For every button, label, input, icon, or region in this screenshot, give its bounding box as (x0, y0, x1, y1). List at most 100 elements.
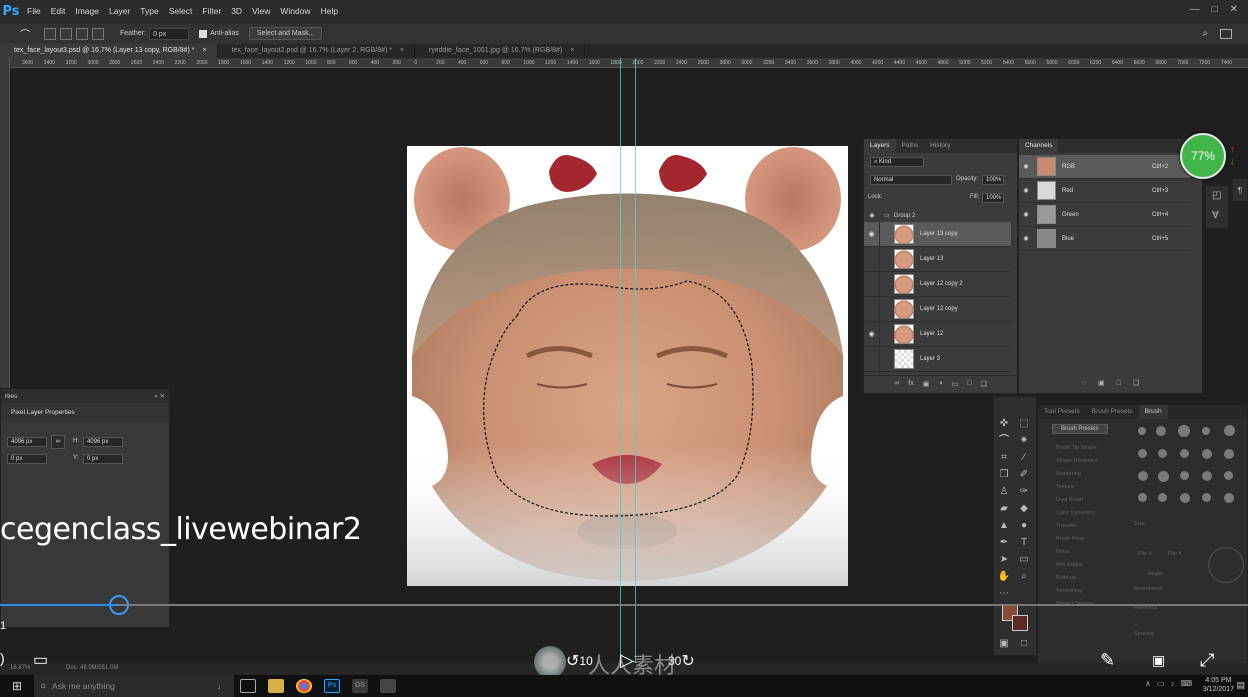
network-icon[interactable]: ▭ (1157, 679, 1165, 688)
brush-tip-preset[interactable] (1180, 493, 1190, 503)
folder-icon[interactable]: ▭ (952, 380, 959, 388)
fullscreen-icon[interactable]: ⤢ (1200, 650, 1214, 671)
clone-stamp-icon[interactable]: ♙ (997, 485, 1011, 499)
add-selection-icon[interactable] (60, 27, 72, 40)
pen-tool-icon[interactable]: ✒ (997, 536, 1011, 550)
layer-row[interactable]: Layer 13 (864, 246, 1011, 272)
tab-layers[interactable]: Layers (864, 139, 896, 153)
eye-icon[interactable]: ◉ (864, 212, 880, 219)
eye-icon[interactable]: ◉ (864, 221, 880, 247)
trash-icon[interactable]: ❑ (1133, 379, 1139, 387)
video-seek-knob[interactable] (109, 595, 129, 615)
brush-option[interactable]: Noise (1056, 549, 1070, 555)
eraser-icon[interactable]: ▰ (997, 502, 1011, 516)
brush-option[interactable]: Scattering (1056, 471, 1081, 477)
brush-tip-preset[interactable] (1224, 493, 1234, 503)
flip-y-label[interactable]: Flip Y (1168, 551, 1182, 557)
brush-tool-icon[interactable]: ✐ (1017, 468, 1031, 482)
search-icon[interactable]: ⌕ (1202, 28, 1208, 39)
hand-tool-icon[interactable]: ✋ (997, 570, 1011, 584)
channel-row-rgb[interactable]: ◉ RGB Ctrl+2 (1019, 155, 1191, 179)
load-selection-icon[interactable]: ◌ (1082, 380, 1086, 387)
path-select-icon[interactable]: ➤ (997, 553, 1011, 567)
intersect-selection-icon[interactable] (92, 27, 104, 40)
brush-tip-preset[interactable] (1156, 426, 1166, 436)
layer-row[interactable]: ◉ Layer 12 (864, 321, 1011, 347)
rectangle-tool-icon[interactable]: ▭ (1017, 553, 1031, 567)
layer-group-row[interactable]: ◉ ▭ Group 2 (864, 209, 1011, 222)
eye-toggle-empty[interactable] (864, 296, 880, 322)
brush-tip-preset[interactable] (1180, 471, 1189, 480)
history-brush-icon[interactable]: ✑ (1017, 485, 1031, 499)
taskbar-search[interactable]: ○ Ask me anything ♩ (34, 675, 234, 697)
tab-brush[interactable]: Brush (1138, 405, 1168, 419)
minimize-button[interactable]: — (1190, 4, 1200, 15)
volume-icon[interactable]: ♪ (1170, 679, 1174, 688)
brush-tip-preset[interactable] (1180, 449, 1189, 458)
app-icon[interactable] (380, 679, 396, 693)
brush-tip-preset[interactable] (1224, 471, 1233, 480)
microphone-icon[interactable]: ♩ (218, 681, 227, 691)
layer-row[interactable]: Layer 3 (864, 346, 1011, 372)
tray-chevron-icon[interactable]: ∧ (1145, 679, 1151, 688)
eye-toggle-empty[interactable] (864, 346, 880, 372)
character-icon[interactable]: Ɐ (1212, 210, 1219, 221)
guide-line-right[interactable] (635, 58, 636, 663)
eye-icon[interactable]: ◉ (1019, 187, 1033, 194)
fill-input[interactable]: 100% (982, 193, 1004, 203)
eye-icon[interactable]: ◉ (1019, 235, 1033, 242)
menu-type[interactable]: Type (135, 0, 163, 22)
lasso-tool-icon[interactable]: ⌒ (997, 434, 1011, 448)
file-explorer-icon[interactable] (268, 679, 284, 693)
panel-collapse-icon[interactable]: » ✕ (154, 392, 165, 400)
channel-row-blue[interactable]: ◉ Blue Ctrl+5 (1019, 227, 1191, 251)
doc-tab-ryeddie[interactable]: ryeddie_face_1001.jpg @ 16.7% (RGB/8#) × (415, 44, 586, 58)
feather-input[interactable]: 0 px (149, 27, 190, 40)
eye-icon[interactable]: ◉ (864, 321, 880, 347)
brush-tip-preset[interactable] (1202, 449, 1212, 459)
tab-history[interactable]: History (924, 139, 956, 153)
magic-wand-icon[interactable]: ✷ (1017, 434, 1031, 448)
type-tool-icon[interactable]: T (1017, 536, 1031, 550)
menu-3d[interactable]: 3D (226, 0, 247, 22)
marquee-tool-icon[interactable]: ⬚ (1017, 417, 1031, 431)
brush-tip-preset[interactable] (1202, 427, 1210, 435)
antialias-checkbox[interactable] (199, 29, 208, 38)
link-icon[interactable]: ∞ (894, 380, 899, 387)
paragraph-icon[interactable]: ¶ (1232, 178, 1248, 202)
close-icon[interactable]: × (570, 47, 574, 54)
brush-tip-preset[interactable] (1138, 493, 1147, 502)
doc-tab-layout3[interactable]: tex_face_layout3.psd @ 16.7% (Layer 13 c… (0, 44, 218, 58)
brush-tip-preset[interactable] (1138, 427, 1146, 435)
brush-option[interactable]: Dual Brush (1056, 497, 1083, 503)
lasso-tool-icon[interactable]: ⌒ (20, 26, 30, 41)
opacity-input[interactable]: 100% (982, 175, 1004, 185)
properties-tab[interactable]: rties (5, 393, 17, 400)
task-view-icon[interactable] (240, 679, 256, 693)
chrome-icon[interactable] (296, 679, 312, 693)
brush-tip-preset[interactable] (1138, 471, 1148, 481)
close-button[interactable]: ✕ (1230, 4, 1238, 15)
brush-tip-preset[interactable] (1158, 471, 1169, 482)
flip-x-label[interactable]: Flip X (1138, 551, 1152, 557)
brush-option[interactable]: Brush Pose (1056, 536, 1084, 542)
y-input[interactable]: 0 px (83, 454, 123, 464)
close-icon[interactable]: × (202, 47, 206, 54)
maximize-button[interactable]: □ (1212, 4, 1218, 15)
keyboard-icon[interactable]: ⌨ (1180, 679, 1192, 688)
workspace-icon[interactable] (1220, 28, 1232, 39)
menu-help[interactable]: Help (316, 0, 343, 22)
eye-toggle-empty[interactable] (864, 271, 880, 297)
clock[interactable]: 4:05 PM 3/12/2017 (1203, 676, 1234, 694)
subtract-selection-icon[interactable] (76, 27, 88, 40)
x-input[interactable]: 0 px (7, 454, 47, 464)
paint-bucket-icon[interactable]: ◆ (1017, 502, 1031, 516)
filter-kind-select[interactable]: ⌕ Kind (870, 157, 924, 167)
brush-tip-preset[interactable] (1202, 493, 1211, 502)
more-tools-icon[interactable]: ⋯ (997, 587, 1011, 601)
brush-tip-preset[interactable] (1202, 471, 1212, 481)
blend-mode-select[interactable]: Normal (870, 175, 952, 185)
eye-toggle-empty[interactable] (864, 246, 880, 272)
menu-image[interactable]: Image (70, 0, 104, 22)
layer-row[interactable]: Layer 12 copy 2 (864, 271, 1011, 297)
